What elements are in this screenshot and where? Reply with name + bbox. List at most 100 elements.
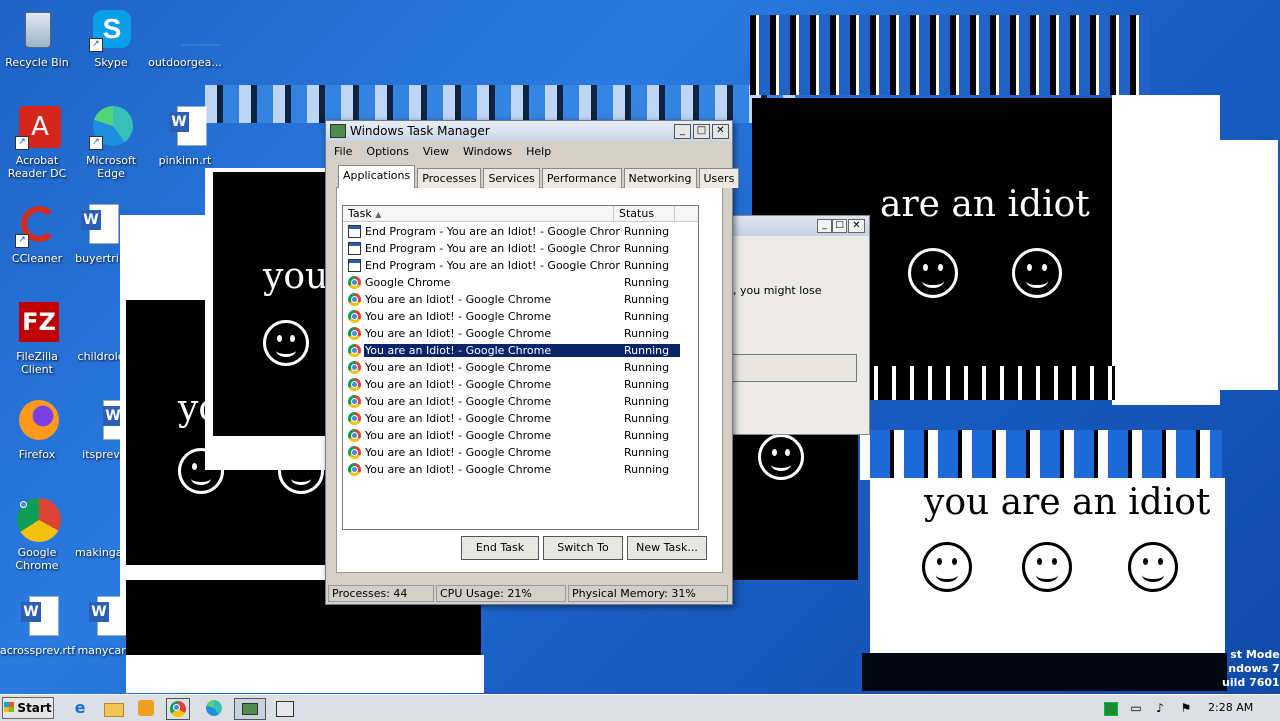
word-doc-icon: W (75, 204, 119, 248)
anyrun-watermark: ANY RUN (1040, 612, 1229, 656)
desktop-icon-skype[interactable]: S ↗ Skype (74, 8, 148, 69)
table-row[interactable]: End Program - You are an Idiot! - Google… (343, 240, 698, 257)
minimize-button[interactable]: _ (817, 219, 832, 233)
table-row[interactable]: You are an Idiot! - Google Chrome Running (343, 325, 698, 342)
tab-applications[interactable]: Applications (338, 165, 416, 188)
minimize-button[interactable]: _ (674, 123, 691, 139)
ie-icon[interactable]: e (70, 698, 90, 718)
task-name: End Program - You are an Idiot! - Google… (365, 259, 620, 272)
tab-processes[interactable]: Processes (417, 168, 482, 188)
menu-windows[interactable]: Windows (463, 145, 512, 158)
status-bar: Processes: 44 CPU Usage: 21% Physical Me… (328, 585, 730, 602)
tray-action-center-icon[interactable]: ▭ (1126, 698, 1146, 718)
desktop-icon-outdoorgea[interactable]: outdoorgea... (148, 8, 222, 69)
program-window-icon (348, 259, 361, 272)
explorer-folder-icon[interactable] (104, 698, 124, 718)
chrome-icon (15, 498, 61, 542)
table-row[interactable]: You are an Idiot! - Google Chrome Running (343, 427, 698, 444)
media-player-icon[interactable] (136, 698, 156, 718)
table-row[interactable]: You are an Idiot! - Google Chrome Running (343, 376, 698, 393)
menu-options[interactable]: Options (366, 145, 408, 158)
installer-taskbar-icon[interactable] (272, 698, 298, 718)
menu-view[interactable]: View (423, 145, 449, 158)
task-status: Running (624, 361, 670, 374)
table-row[interactable]: End Program - You are an Idiot! - Google… (343, 257, 698, 274)
task-status: Running (624, 242, 670, 255)
chrome-icon (348, 395, 361, 408)
table-row[interactable]: Google Chrome Running (343, 274, 698, 291)
task-name: You are an Idiot! - Google Chrome (365, 327, 552, 340)
glitch-window-bottom-2 (126, 655, 484, 693)
maximize-button[interactable]: □ (832, 219, 847, 233)
tab-networking[interactable]: Networking (623, 168, 697, 188)
word-doc-icon: W (79, 400, 125, 444)
word-doc-icon: W (15, 596, 59, 640)
table-row[interactable]: You are an Idiot! - Google Chrome Running (343, 291, 698, 308)
application-list[interactable]: Task ▲ Status End Program - You are an I… (342, 205, 699, 530)
filezilla-icon: FZ (15, 302, 59, 346)
close-button[interactable]: ✕ (712, 123, 729, 139)
word-doc-icon: W (163, 106, 207, 150)
program-window-icon (348, 225, 361, 238)
chrome-icon (348, 378, 361, 391)
close-button[interactable]: ✕ (848, 219, 865, 233)
smiley-icon (908, 248, 958, 298)
edge-taskbar-icon[interactable] (204, 698, 224, 718)
table-row[interactable]: You are an Idiot! - Google Chrome Running (343, 342, 698, 359)
table-row[interactable]: You are an Idiot! - Google Chrome Running (343, 359, 698, 376)
glitch-strip (862, 653, 1227, 691)
idiot-popup-window[interactable]: you (213, 172, 329, 436)
tab-users[interactable]: Users (698, 168, 740, 188)
new-task-button[interactable]: New Task... (627, 536, 707, 560)
start-button[interactable]: Start (2, 697, 54, 719)
chrome-icon (348, 429, 361, 442)
smiley-icon (1022, 542, 1072, 592)
skype-icon: S ↗ (89, 8, 133, 52)
task-name: You are an Idiot! - Google Chrome (365, 463, 552, 476)
task-manager-titlebar[interactable]: Windows Task Manager _ □ ✕ (326, 121, 732, 141)
tab-performance[interactable]: Performance (541, 168, 622, 188)
blank-file-icon (163, 8, 221, 52)
column-header-task[interactable]: Task ▲ (343, 206, 614, 221)
tray-volume-icon[interactable]: ♪ (1150, 698, 1170, 718)
tray-flag-icon[interactable]: ⚑ (1176, 698, 1196, 718)
tab-strip: Applications Processes Services Performa… (338, 165, 741, 188)
edge-icon: ↗ (89, 106, 133, 150)
desktop-icon-recycle-bin[interactable]: Recycle Bin (0, 8, 74, 69)
end-program-dialog[interactable]: _ □ ✕ , you might lose (730, 215, 870, 435)
task-rows: End Program - You are an Idiot! - Google… (343, 222, 698, 478)
table-row[interactable]: You are an Idiot! - Google Chrome Running (343, 393, 698, 410)
table-row[interactable]: You are an Idiot! - Google Chrome Running (343, 444, 698, 461)
desktop-icon-edge[interactable]: ↗ Microsoft Edge (74, 106, 148, 180)
table-row[interactable]: End Program - You are an Idiot! - Google… (343, 223, 698, 240)
tray-network-icon[interactable] (1100, 698, 1120, 718)
table-row[interactable]: You are an Idiot! - Google Chrome Running (343, 308, 698, 325)
maximize-button[interactable]: □ (693, 123, 710, 139)
idiot-popup-window[interactable] (728, 430, 858, 580)
desktop-icon-acrossprev[interactable]: W acrossprev.rtf (0, 596, 75, 657)
task-name: You are an Idiot! - Google Chrome (365, 446, 552, 459)
task-manager-taskbar-icon[interactable] (234, 698, 266, 720)
task-manager-window[interactable]: Windows Task Manager _ □ ✕ File Options … (325, 120, 740, 605)
end-task-button[interactable]: End Task (461, 536, 539, 560)
column-header-status[interactable]: Status (614, 206, 675, 221)
desktop-icon-filezilla[interactable]: FZ FileZilla Client (0, 302, 74, 376)
firefox-icon (15, 400, 59, 444)
switch-to-button[interactable]: Switch To (543, 536, 623, 560)
task-status: Running (624, 412, 670, 425)
table-row[interactable]: You are an Idiot! - Google Chrome Running (343, 410, 698, 427)
desktop-icon-acrobat[interactable]: A ↗ Acrobat Reader DC (0, 106, 74, 180)
clock[interactable]: 2:28 AM (1208, 701, 1253, 714)
menu-file[interactable]: File (334, 145, 352, 158)
menu-help[interactable]: Help (526, 145, 551, 158)
tab-services[interactable]: Services (483, 168, 540, 188)
task-name: Google Chrome (365, 276, 451, 289)
task-status: Running (624, 395, 670, 408)
dialog-message: , you might lose (733, 284, 822, 297)
desktop-icon-firefox[interactable]: Firefox (0, 400, 74, 461)
task-status: Running (620, 344, 680, 357)
desktop-icon-chrome[interactable]: Google Chrome (0, 498, 74, 572)
popup-text: you (263, 256, 329, 297)
chrome-taskbar-icon[interactable] (166, 698, 190, 720)
table-row[interactable]: You are an Idiot! - Google Chrome Running (343, 461, 698, 478)
